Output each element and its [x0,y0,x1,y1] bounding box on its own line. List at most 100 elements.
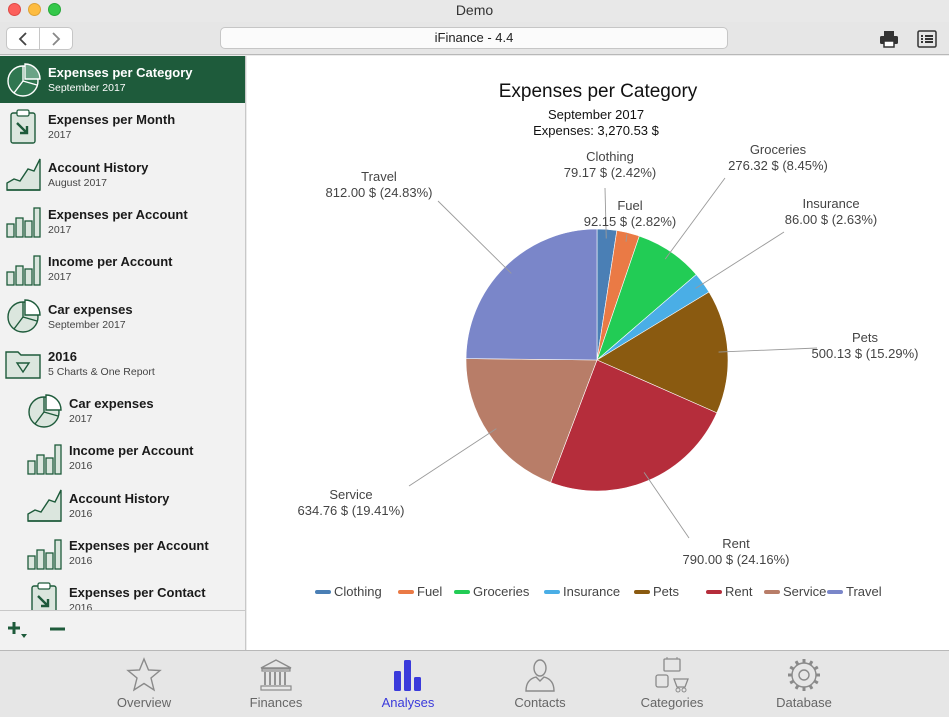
sidebar-item[interactable]: Expenses per Month 2017 [0,103,245,150]
tab-analyses[interactable]: Analyses [353,651,463,717]
sidebar-item-title: Account History [48,159,149,175]
clipboard-arrow-icon [4,108,42,146]
sidebar-item-title: Expenses per Contact [69,585,206,601]
slice-value-label: 79.17 $ (2.42%) [564,165,657,180]
back-button[interactable] [7,28,40,49]
sidebar-item-subtitle: 5 Charts & One Report [48,365,155,378]
tab-categories[interactable]: Categories [617,651,727,717]
sidebar-item[interactable]: Expenses per Account 2017 [0,198,245,245]
chart-panel: Expenses per Category September 2017 Expen… [247,56,949,650]
remove-button[interactable] [47,619,69,641]
add-menu-icon [8,622,27,638]
minimize-window-button[interactable] [28,3,41,16]
sidebar-item-subtitle: September 2017 [48,318,126,331]
sidebar-item-title: Expenses per Account [48,206,188,222]
tab-label: Analyses [381,695,435,710]
legend-label: Clothing [334,584,382,599]
slice-value-label: 86.00 $ (2.63%) [785,212,878,227]
printer-icon [880,31,898,48]
forward-button[interactable] [40,28,72,49]
leader-line [643,472,690,539]
sidebar-item-subtitle: 2016 [69,507,93,520]
sidebar-item[interactable]: Car expenses 2017 [0,387,245,434]
clipboard-arrow-icon [25,581,63,610]
bar-chart-icon [4,250,42,288]
tab-label: Overview [116,695,172,710]
sidebar-item-text: Expenses per Account 2016 [69,538,209,567]
slice-name-label: Groceries [750,142,807,157]
star-icon [89,657,199,693]
legend-swatch [454,590,470,594]
list-view-button[interactable] [916,28,938,50]
report-list[interactable]: Expenses per Category September 2017 Expen… [0,56,245,610]
sidebar-item-title: Expenses per Account [69,538,209,553]
minus-icon [50,627,65,631]
sidebar-item-text: Account History August 2017 [48,160,148,189]
legend-label: Service [783,584,826,599]
tab-finances[interactable]: Finances [221,651,331,717]
tab-contacts[interactable]: Contacts [485,651,595,717]
slice-value-label: 812.00 $ (24.83%) [326,185,433,200]
sidebar-item-text: Expenses per Month 2017 [48,112,175,141]
slice-value-label: 92.15 $ (2.82%) [584,214,677,229]
slice-value-label: 790.00 $ (24.16%) [683,552,790,567]
sidebar-item-title: 2016 [48,348,77,364]
legend-label: Insurance [563,584,620,599]
sidebar-item[interactable]: 2016 5 Charts & One Report [0,340,245,387]
add-button[interactable] [6,619,28,641]
sidebar-item[interactable]: Expenses per Account 2016 [0,529,245,576]
chart-title: Expenses per Category [499,81,698,102]
sidebar-item-subtitle: August 2017 [48,176,107,189]
categories-icon [617,657,727,693]
list-icon [917,30,937,48]
sidebar-item-text: Expenses per Contact 2016 [69,585,206,610]
legend-swatch [315,590,331,594]
sidebar-item-text: 2016 5 Charts & One Report [48,349,155,378]
sidebar-item-title: Expenses per Category [48,65,193,80]
tab-database[interactable]: Database [749,651,859,717]
pie-chart-icon [4,61,42,99]
sidebar-item-subtitle: 2017 [69,413,93,426]
tab-label: Database [776,695,832,710]
slice-name-label: Pets [852,330,879,345]
legend-swatch [398,590,414,594]
close-window-button[interactable] [8,3,21,16]
bar-chart-icon [25,439,63,477]
bank-icon [221,657,331,693]
chevron-left-icon [18,31,27,46]
sidebar-item[interactable]: Income per Account 2016 [0,434,245,481]
pie-chart-icon [4,297,42,335]
sidebar-item[interactable]: Income per Account 2017 [0,245,245,292]
expenses-pie-chart: Expenses per Category September 2017Expen… [298,81,919,599]
sidebar-item-text: Income per Account 2017 [48,254,172,283]
legend-label: Rent [725,584,753,599]
slice-name-label: Fuel [617,198,642,213]
sidebar-item[interactable]: Account History 2016 [0,482,245,529]
slice-name-label: Insurance [802,196,859,211]
sidebar-item-text: Car expenses September 2017 [48,302,133,331]
person-icon [485,657,595,693]
address-field: iFinance - 4.4 [220,27,728,49]
sidebar: Expenses per Category September 2017 Expen… [0,56,246,650]
sidebar-item[interactable]: Expenses per Contact 2016 [0,576,245,610]
sidebar-item-title: Car expenses [48,301,133,317]
sidebar-item[interactable]: Account History August 2017 [0,151,245,198]
legend-label: Fuel [417,584,442,599]
tab-overview[interactable]: Overview [89,651,199,717]
leader-line [695,231,785,289]
legend-label: Groceries [473,584,530,599]
sidebar-item[interactable]: Car expenses September 2017 [0,293,245,340]
legend-label: Travel [846,584,882,599]
sidebar-item[interactable]: Expenses per Category September 2017 [0,56,245,103]
leader-line [437,200,512,274]
sidebar-item-subtitle: 2017 [48,223,72,236]
legend-swatch [764,590,780,594]
bar-chart-icon [353,657,463,693]
pie-chart-icon [25,392,63,430]
sidebar-item-subtitle: 2016 [69,460,93,473]
sidebar-item-text: Car expenses 2017 [69,396,154,425]
print-button[interactable] [878,28,900,50]
slice-name-label: Service [329,487,372,502]
zoom-window-button[interactable] [48,3,61,16]
sidebar-item-text: Expenses per Account 2017 [48,207,188,236]
